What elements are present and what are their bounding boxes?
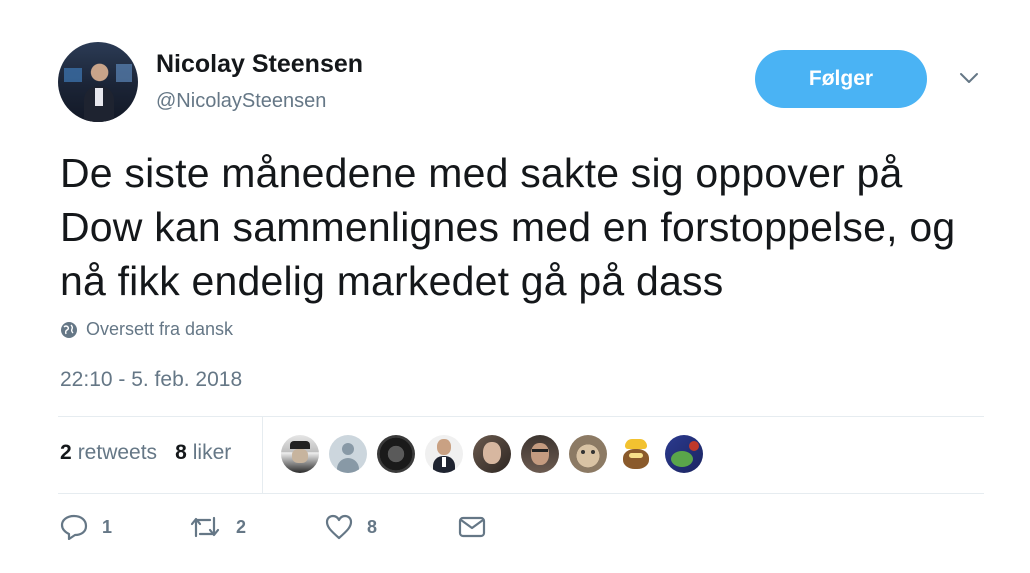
liker-avatar[interactable] [521, 435, 559, 473]
divider [262, 416, 263, 494]
retweet-button[interactable]: 2 [188, 514, 325, 540]
heart-icon [325, 514, 353, 540]
tweet-actions: 1 2 8 [60, 514, 500, 540]
liker-avatars [281, 435, 713, 473]
liker-avatar-default[interactable] [329, 435, 367, 473]
retweets-label: retweets [77, 441, 158, 464]
like-count: 8 [367, 516, 378, 537]
translate-label: Oversett fra dansk [86, 319, 234, 339]
likes-label: liker [192, 441, 232, 464]
divider [58, 416, 984, 417]
reply-icon [60, 514, 88, 540]
reply-count: 1 [102, 516, 113, 537]
like-button[interactable]: 8 [325, 514, 458, 540]
avatar-figure-shirt [95, 88, 103, 106]
liker-avatar[interactable] [425, 435, 463, 473]
retweets-stat[interactable]: 2 retweets [60, 441, 157, 465]
author-name[interactable]: Nicolay Steensen [156, 50, 363, 79]
translate-link[interactable]: Oversett fra dansk [60, 319, 233, 340]
avatar-bg-screen [64, 68, 82, 82]
retweet-icon [190, 516, 220, 538]
liker-avatar[interactable] [665, 435, 703, 473]
liker-avatar[interactable] [473, 435, 511, 473]
author-avatar[interactable] [58, 42, 138, 122]
liker-avatar[interactable] [569, 435, 607, 473]
tweet-timestamp[interactable]: 22:10 - 5. feb. 2018 [60, 368, 242, 392]
author-handle[interactable]: @NicolaySteensen [156, 90, 326, 113]
retweets-count: 2 [60, 441, 72, 464]
globe-icon [61, 321, 77, 338]
retweet-count: 2 [236, 516, 247, 537]
direct-message-button[interactable] [458, 516, 500, 538]
envelope-icon [458, 516, 486, 538]
liker-avatar[interactable] [617, 435, 655, 473]
likes-count: 8 [175, 441, 187, 464]
liker-avatar[interactable] [281, 435, 319, 473]
tweet-text: De siste månedene med sakte sig oppover … [60, 150, 956, 304]
following-button[interactable]: Følger [755, 50, 927, 108]
likes-stat[interactable]: 8 liker [175, 441, 231, 465]
divider [58, 493, 984, 494]
liker-avatar[interactable] [377, 435, 415, 473]
reply-button[interactable]: 1 [60, 514, 188, 540]
chevron-down-icon[interactable] [958, 70, 980, 86]
tweet-stats: 2 retweets 8 liker [60, 441, 249, 465]
avatar-bg-screen [116, 64, 132, 82]
